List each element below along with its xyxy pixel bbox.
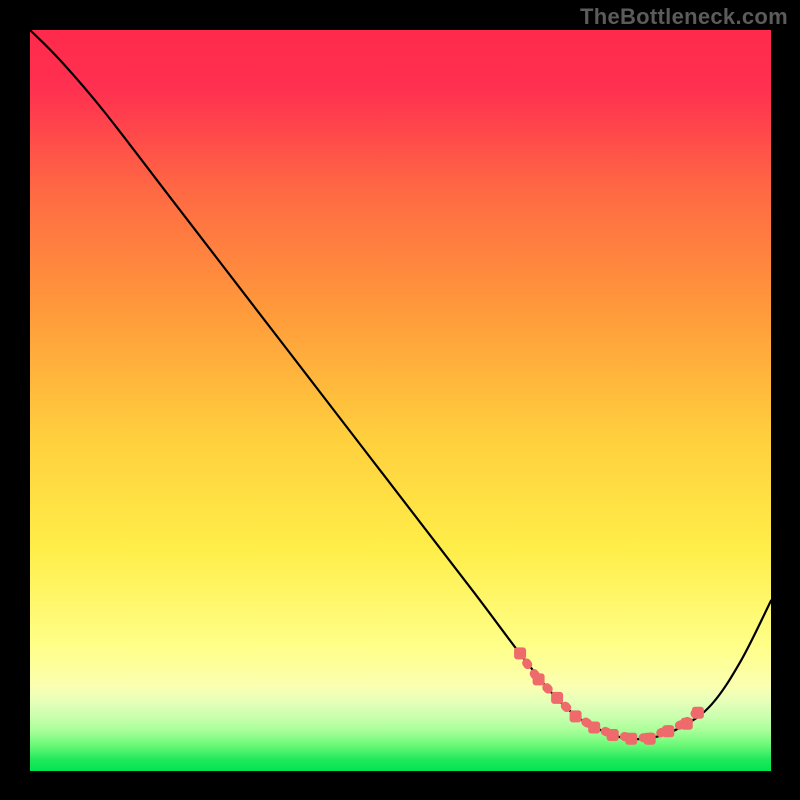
watermark-text: TheBottleneck.com [580,4,788,30]
chart-frame: TheBottleneck.com [0,0,800,800]
highlight-dot [692,707,704,719]
gradient-background [30,30,771,771]
chart-svg [30,30,771,771]
plot-area [30,30,771,771]
